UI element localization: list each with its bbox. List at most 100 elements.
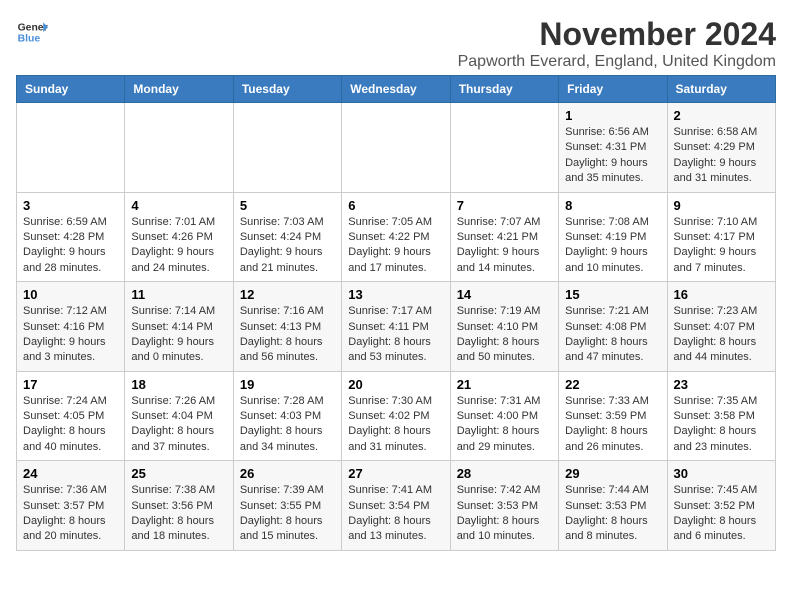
empty-cell: [125, 103, 233, 193]
day-number: 24: [23, 466, 118, 481]
day-info: Sunrise: 7:23 AM Sunset: 4:07 PM Dayligh…: [674, 304, 769, 366]
day-cell-7: 7 Sunrise: 7:07 AM Sunset: 4:21 PM Daylig…: [450, 192, 558, 282]
location-title: Papworth Everard, England, United Kingdo…: [458, 53, 776, 71]
day-cell-23: 23 Sunrise: 7:35 AM Sunset: 3:58 PM Dayli…: [667, 371, 775, 461]
day-info: Sunrise: 7:17 AM Sunset: 4:11 PM Dayligh…: [348, 304, 443, 366]
empty-cell: [342, 103, 450, 193]
day-cell-14: 14Sunrise: 7:19 AM Sunset: 4:10 PM Dayli…: [450, 282, 558, 372]
day-number: 19: [240, 377, 335, 392]
day-info: Sunrise: 7:10 AM Sunset: 4:17 PM Dayligh…: [674, 215, 769, 277]
day-number: 13: [348, 287, 443, 302]
day-number: 5: [240, 198, 335, 213]
day-number: 9: [674, 198, 769, 213]
day-info: Sunrise: 7:33 AM Sunset: 3:59 PM Dayligh…: [565, 394, 660, 456]
weekday-header-wednesday: Wednesday: [342, 76, 450, 103]
day-cell-10: 10 Sunrise: 7:12 AM Sunset: 4:16 PM Dayli…: [17, 282, 125, 372]
weekday-header-monday: Monday: [125, 76, 233, 103]
title-area: November 2024 Papworth Everard, England,…: [458, 16, 776, 71]
day-number: 21: [457, 377, 552, 392]
day-number: 14: [457, 287, 552, 302]
day-number: 29: [565, 466, 660, 481]
day-info: Sunrise: 7:12 AM Sunset: 4:16 PM Dayligh…: [23, 304, 118, 366]
weekday-header-tuesday: Tuesday: [233, 76, 341, 103]
day-number: 30: [674, 466, 769, 481]
day-number: 22: [565, 377, 660, 392]
header: General Blue November 2024 Papworth Ever…: [16, 16, 776, 71]
week-row-1: 1Sunrise: 6:56 AM Sunset: 4:31 PM Daylig…: [17, 103, 776, 193]
day-info: Sunrise: 7:08 AM Sunset: 4:19 PM Dayligh…: [565, 215, 660, 277]
day-info: Sunrise: 7:01 AM Sunset: 4:26 PM Dayligh…: [131, 215, 226, 277]
day-number: 20: [348, 377, 443, 392]
day-number: 8: [565, 198, 660, 213]
empty-cell: [17, 103, 125, 193]
day-cell-9: 9 Sunrise: 7:10 AM Sunset: 4:17 PM Daylig…: [667, 192, 775, 282]
day-cell-4: 4 Sunrise: 7:01 AM Sunset: 4:26 PM Daylig…: [125, 192, 233, 282]
weekday-header-friday: Friday: [559, 76, 667, 103]
day-cell-28: 28Sunrise: 7:42 AM Sunset: 3:53 PM Dayli…: [450, 461, 558, 551]
day-number: 18: [131, 377, 226, 392]
day-info: Sunrise: 7:41 AM Sunset: 3:54 PM Dayligh…: [348, 483, 443, 545]
day-number: 3: [23, 198, 118, 213]
day-cell-12: 12 Sunrise: 7:16 AM Sunset: 4:13 PM Dayli…: [233, 282, 341, 372]
day-number: 7: [457, 198, 552, 213]
day-info: Sunrise: 7:24 AM Sunset: 4:05 PM Dayligh…: [23, 394, 118, 456]
day-number: 16: [674, 287, 769, 302]
day-cell-26: 26 Sunrise: 7:39 AM Sunset: 3:55 PM Dayli…: [233, 461, 341, 551]
day-cell-25: 25Sunrise: 7:38 AM Sunset: 3:56 PM Dayli…: [125, 461, 233, 551]
empty-cell: [450, 103, 558, 193]
svg-text:Blue: Blue: [18, 34, 41, 45]
day-info: Sunrise: 6:58 AM Sunset: 4:29 PM Dayligh…: [674, 125, 769, 187]
day-number: 11: [131, 287, 226, 302]
calendar-table: SundayMondayTuesdayWednesdayThursdayFrid…: [16, 75, 776, 551]
day-cell-19: 19 Sunrise: 7:28 AM Sunset: 4:03 PM Dayli…: [233, 371, 341, 461]
day-info: Sunrise: 7:21 AM Sunset: 4:08 PM Dayligh…: [565, 304, 660, 366]
day-info: Sunrise: 7:28 AM Sunset: 4:03 PM Dayligh…: [240, 394, 335, 456]
day-number: 6: [348, 198, 443, 213]
day-info: Sunrise: 7:39 AM Sunset: 3:55 PM Dayligh…: [240, 483, 335, 545]
day-number: 15: [565, 287, 660, 302]
day-info: Sunrise: 7:03 AM Sunset: 4:24 PM Dayligh…: [240, 215, 335, 277]
day-number: 28: [457, 466, 552, 481]
day-info: Sunrise: 6:59 AM Sunset: 4:28 PM Dayligh…: [23, 215, 118, 277]
day-number: 23: [674, 377, 769, 392]
weekday-header-sunday: Sunday: [17, 76, 125, 103]
day-info: Sunrise: 6:56 AM Sunset: 4:31 PM Dayligh…: [565, 125, 660, 187]
day-cell-13: 13 Sunrise: 7:17 AM Sunset: 4:11 PM Dayli…: [342, 282, 450, 372]
day-number: 26: [240, 466, 335, 481]
day-cell-6: 6 Sunrise: 7:05 AM Sunset: 4:22 PM Daylig…: [342, 192, 450, 282]
day-cell-17: 17 Sunrise: 7:24 AM Sunset: 4:05 PM Dayli…: [17, 371, 125, 461]
day-number: 17: [23, 377, 118, 392]
day-info: Sunrise: 7:31 AM Sunset: 4:00 PM Dayligh…: [457, 394, 552, 456]
day-cell-11: 11Sunrise: 7:14 AM Sunset: 4:14 PM Dayli…: [125, 282, 233, 372]
day-cell-22: 22 Sunrise: 7:33 AM Sunset: 3:59 PM Dayli…: [559, 371, 667, 461]
logo: General Blue: [16, 16, 48, 48]
day-info: Sunrise: 7:26 AM Sunset: 4:04 PM Dayligh…: [131, 394, 226, 456]
day-cell-20: 20 Sunrise: 7:30 AM Sunset: 4:02 PM Dayli…: [342, 371, 450, 461]
month-title: November 2024: [458, 16, 776, 53]
day-cell-8: 8 Sunrise: 7:08 AM Sunset: 4:19 PM Daylig…: [559, 192, 667, 282]
day-number: 2: [674, 108, 769, 123]
day-info: Sunrise: 7:36 AM Sunset: 3:57 PM Dayligh…: [23, 483, 118, 545]
day-cell-15: 15 Sunrise: 7:21 AM Sunset: 4:08 PM Dayli…: [559, 282, 667, 372]
day-number: 12: [240, 287, 335, 302]
day-cell-1: 1Sunrise: 6:56 AM Sunset: 4:31 PM Daylig…: [559, 103, 667, 193]
weekday-header-thursday: Thursday: [450, 76, 558, 103]
day-number: 4: [131, 198, 226, 213]
day-cell-30: 30Sunrise: 7:45 AM Sunset: 3:52 PM Dayli…: [667, 461, 775, 551]
day-info: Sunrise: 7:30 AM Sunset: 4:02 PM Dayligh…: [348, 394, 443, 456]
day-cell-18: 18 Sunrise: 7:26 AM Sunset: 4:04 PM Dayli…: [125, 371, 233, 461]
week-row-4: 17 Sunrise: 7:24 AM Sunset: 4:05 PM Dayli…: [17, 371, 776, 461]
day-cell-3: 3 Sunrise: 6:59 AM Sunset: 4:28 PM Daylig…: [17, 192, 125, 282]
logo-icon: General Blue: [16, 16, 48, 48]
week-row-2: 3 Sunrise: 6:59 AM Sunset: 4:28 PM Daylig…: [17, 192, 776, 282]
week-row-3: 10 Sunrise: 7:12 AM Sunset: 4:16 PM Dayli…: [17, 282, 776, 372]
day-info: Sunrise: 7:07 AM Sunset: 4:21 PM Dayligh…: [457, 215, 552, 277]
day-number: 10: [23, 287, 118, 302]
day-cell-29: 29 Sunrise: 7:44 AM Sunset: 3:53 PM Dayli…: [559, 461, 667, 551]
day-cell-24: 24 Sunrise: 7:36 AM Sunset: 3:57 PM Dayli…: [17, 461, 125, 551]
day-info: Sunrise: 7:44 AM Sunset: 3:53 PM Dayligh…: [565, 483, 660, 545]
day-cell-27: 27Sunrise: 7:41 AM Sunset: 3:54 PM Dayli…: [342, 461, 450, 551]
day-info: Sunrise: 7:05 AM Sunset: 4:22 PM Dayligh…: [348, 215, 443, 277]
day-info: Sunrise: 7:35 AM Sunset: 3:58 PM Dayligh…: [674, 394, 769, 456]
day-info: Sunrise: 7:16 AM Sunset: 4:13 PM Dayligh…: [240, 304, 335, 366]
